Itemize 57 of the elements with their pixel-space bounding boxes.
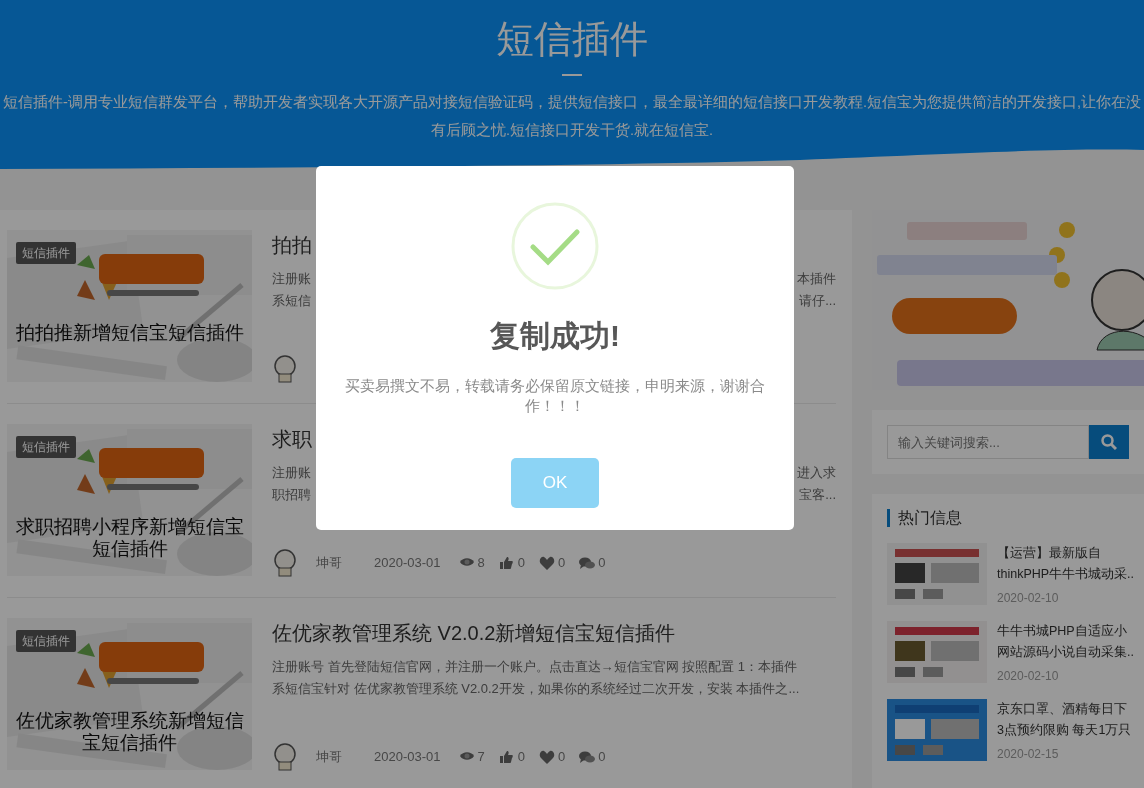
page-description: 短信插件-调用专业短信群发平台，帮助开发者实现各大开源产品对接短信验证码，提供短信接口，最全最详细的短信接口开发教程.短信宝为您提供简洁的开发接口,让你在没有后顾之忧.短信接口开发干货.就在短信宝. <box>2 93 1142 140</box>
like-count: 0 <box>517 748 525 767</box>
category-tag[interactable]: 短信插件 <box>16 436 76 458</box>
thumbnail-caption: 佐优家教管理系统新增短信宝短信插件 <box>14 710 245 754</box>
hot-item-title[interactable]: 京东口罩、酒精每日下 <box>997 699 1132 720</box>
favorite-count: 0 <box>557 554 566 573</box>
heart-icon <box>538 750 555 764</box>
post-excerpt: 职招聘 <box>272 486 311 504</box>
hot-item-title[interactable]: 【运营】最新版自 <box>997 543 1135 564</box>
post-excerpt: 注册账 <box>272 270 311 288</box>
comment-count: 0 <box>598 554 606 573</box>
comment-icon <box>579 556 596 570</box>
author-name[interactable]: 坤哥 <box>316 553 342 573</box>
post-excerpt: 进入求 <box>797 464 836 482</box>
post-excerpt: 请仔... <box>799 292 836 310</box>
comment-count: 0 <box>598 748 606 767</box>
heart-icon <box>538 556 555 570</box>
post-excerpt: 宝客... <box>799 486 836 504</box>
post-excerpt: 系短信宝针对 佐优家教管理系统 V2.0.2开发，如果你的系统经过二次开发，安装 本插件之... <box>272 680 800 698</box>
post-excerpt: 本插件 <box>797 270 836 288</box>
post-title[interactable]: 拍拍 <box>272 232 312 258</box>
hot-item-title[interactable]: 3点预约限购 每天1万只 <box>997 720 1132 741</box>
post-date: 2020-03-01 <box>374 748 441 767</box>
post-title[interactable]: 求职 <box>272 426 312 452</box>
thumbs-up-icon <box>498 556 515 570</box>
view-count: 7 <box>477 748 485 767</box>
post-title[interactable]: 佐优家教管理系统 V2.0.2新增短信宝短信插件 <box>272 620 676 646</box>
avatar <box>272 743 298 771</box>
hot-item-title[interactable]: thinkPHP牛牛书城动采.. <box>997 564 1135 585</box>
thumbnail-caption: 求职招聘小程序新增短信宝短信插件 <box>14 516 245 560</box>
thumbnail-caption: 拍拍推新增短信宝短信插件 <box>14 322 245 344</box>
hot-item-date: 2020-02-15 <box>997 746 1060 763</box>
search-icon <box>1101 434 1117 450</box>
post-excerpt: 注册账 <box>272 464 311 482</box>
hot-item-title[interactable]: 牛牛书城PHP自适应小 <box>997 621 1134 642</box>
hot-item-title[interactable]: 网站源码小说自动采集.. <box>997 642 1134 663</box>
page-title: 短信插件 <box>495 17 649 62</box>
view-count: 8 <box>477 554 485 573</box>
author-name[interactable]: 坤哥 <box>316 747 342 767</box>
thumbs-up-icon <box>498 750 515 764</box>
success-check-icon <box>511 202 599 290</box>
search-field[interactable]: 输入关键词搜索... <box>887 425 1089 459</box>
hot-item-date: 2020-02-10 <box>997 590 1060 607</box>
hot-item-date: 2020-02-10 <box>997 668 1060 685</box>
like-count: 0 <box>517 554 525 573</box>
avatar <box>272 549 298 577</box>
avatar <box>272 355 298 383</box>
favorite-count: 0 <box>557 748 566 767</box>
section-heading: 热门信息 <box>887 509 1144 527</box>
modal-message: 买卖易撰文不易，转载请务必保留原文链接，申明来源，谢谢合作！！！ <box>344 376 766 416</box>
category-tag[interactable]: 短信插件 <box>16 242 76 264</box>
post-date: 2020-03-01 <box>374 554 441 573</box>
search-button[interactable] <box>1089 425 1129 459</box>
modal-title: 复制成功! <box>489 318 621 354</box>
category-tag[interactable]: 短信插件 <box>16 630 76 652</box>
post-excerpt: 系短信 <box>272 292 311 310</box>
comment-icon <box>579 750 596 764</box>
